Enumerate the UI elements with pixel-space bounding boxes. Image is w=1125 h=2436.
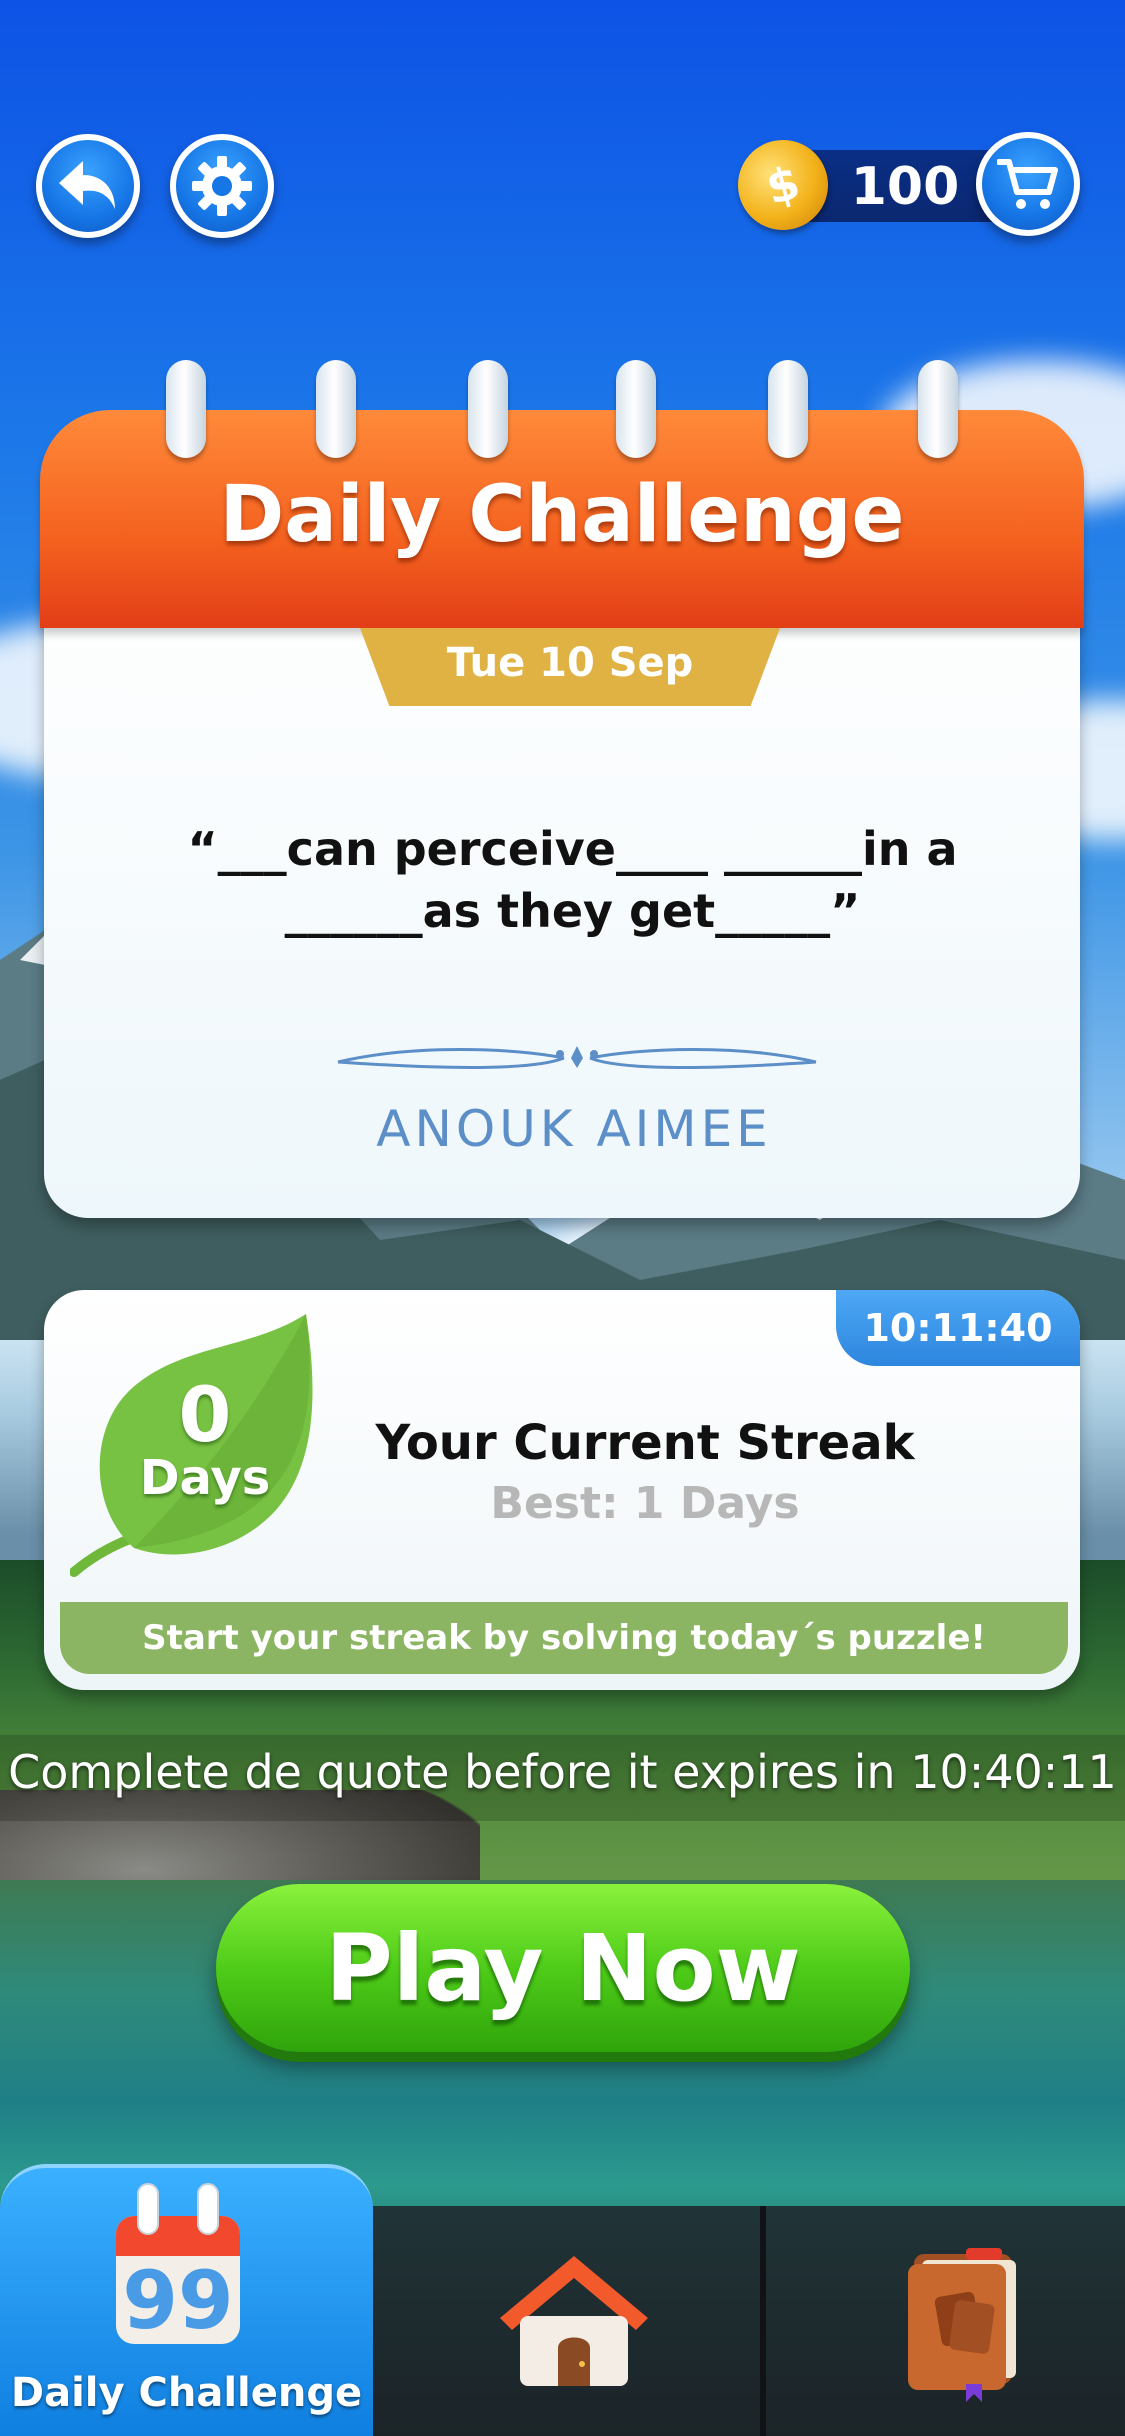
quote-author: ANOUK AIMEE [376, 1100, 772, 1158]
play-now-label: Play Now [325, 1914, 801, 2022]
calendar-ring [616, 360, 656, 458]
back-arrow-icon [59, 161, 115, 209]
background-scene [0, 0, 1125, 2436]
page-title: Daily Challenge [219, 470, 905, 560]
calendar-ring [468, 360, 508, 458]
quote-line-2: ______as they get_____” [284, 884, 861, 938]
settings-button[interactable] [170, 134, 274, 238]
gear-icon [192, 156, 252, 216]
back-button[interactable] [36, 134, 140, 238]
streak-unit: Days [139, 1450, 271, 1506]
streak-hint: Start your streak by solving today´s puz… [60, 1602, 1068, 1674]
streak-title: Your Current Streak [375, 1415, 915, 1471]
streak-best: Best: 1 Days [490, 1478, 800, 1529]
date-badge: Tue 10 Sep [360, 628, 780, 706]
shop-button[interactable] [976, 132, 1080, 236]
calendar-ring [918, 360, 958, 458]
book-icon[interactable] [900, 2244, 1024, 2404]
play-now-button[interactable]: Play Now [216, 1884, 910, 2052]
quote-line-1: “___can perceive____ ______in a [187, 822, 958, 876]
streak-timer: 10:11:40 [836, 1290, 1080, 1366]
calendar-ring [768, 360, 808, 458]
streak-count: 0 [178, 1370, 232, 1459]
calendar-ring [316, 360, 356, 458]
home-icon[interactable] [496, 2252, 652, 2392]
calendar-ring [166, 360, 206, 458]
nav-divider [760, 2206, 766, 2436]
flourish-divider-icon [337, 1046, 817, 1070]
coin-count: 100 [850, 157, 960, 217]
cart-icon [997, 159, 1058, 209]
expiry-text: Complete de quote before it expires in 1… [8, 1745, 1117, 1799]
calendar-quote-icon: 99 [116, 2183, 240, 2347]
nav-label-daily-challenge: Daily Challenge [10, 2370, 363, 2416]
svg-text:99: 99 [122, 2254, 233, 2347]
quote-text: “___can perceive____ ______in a ______as… [120, 818, 1025, 942]
